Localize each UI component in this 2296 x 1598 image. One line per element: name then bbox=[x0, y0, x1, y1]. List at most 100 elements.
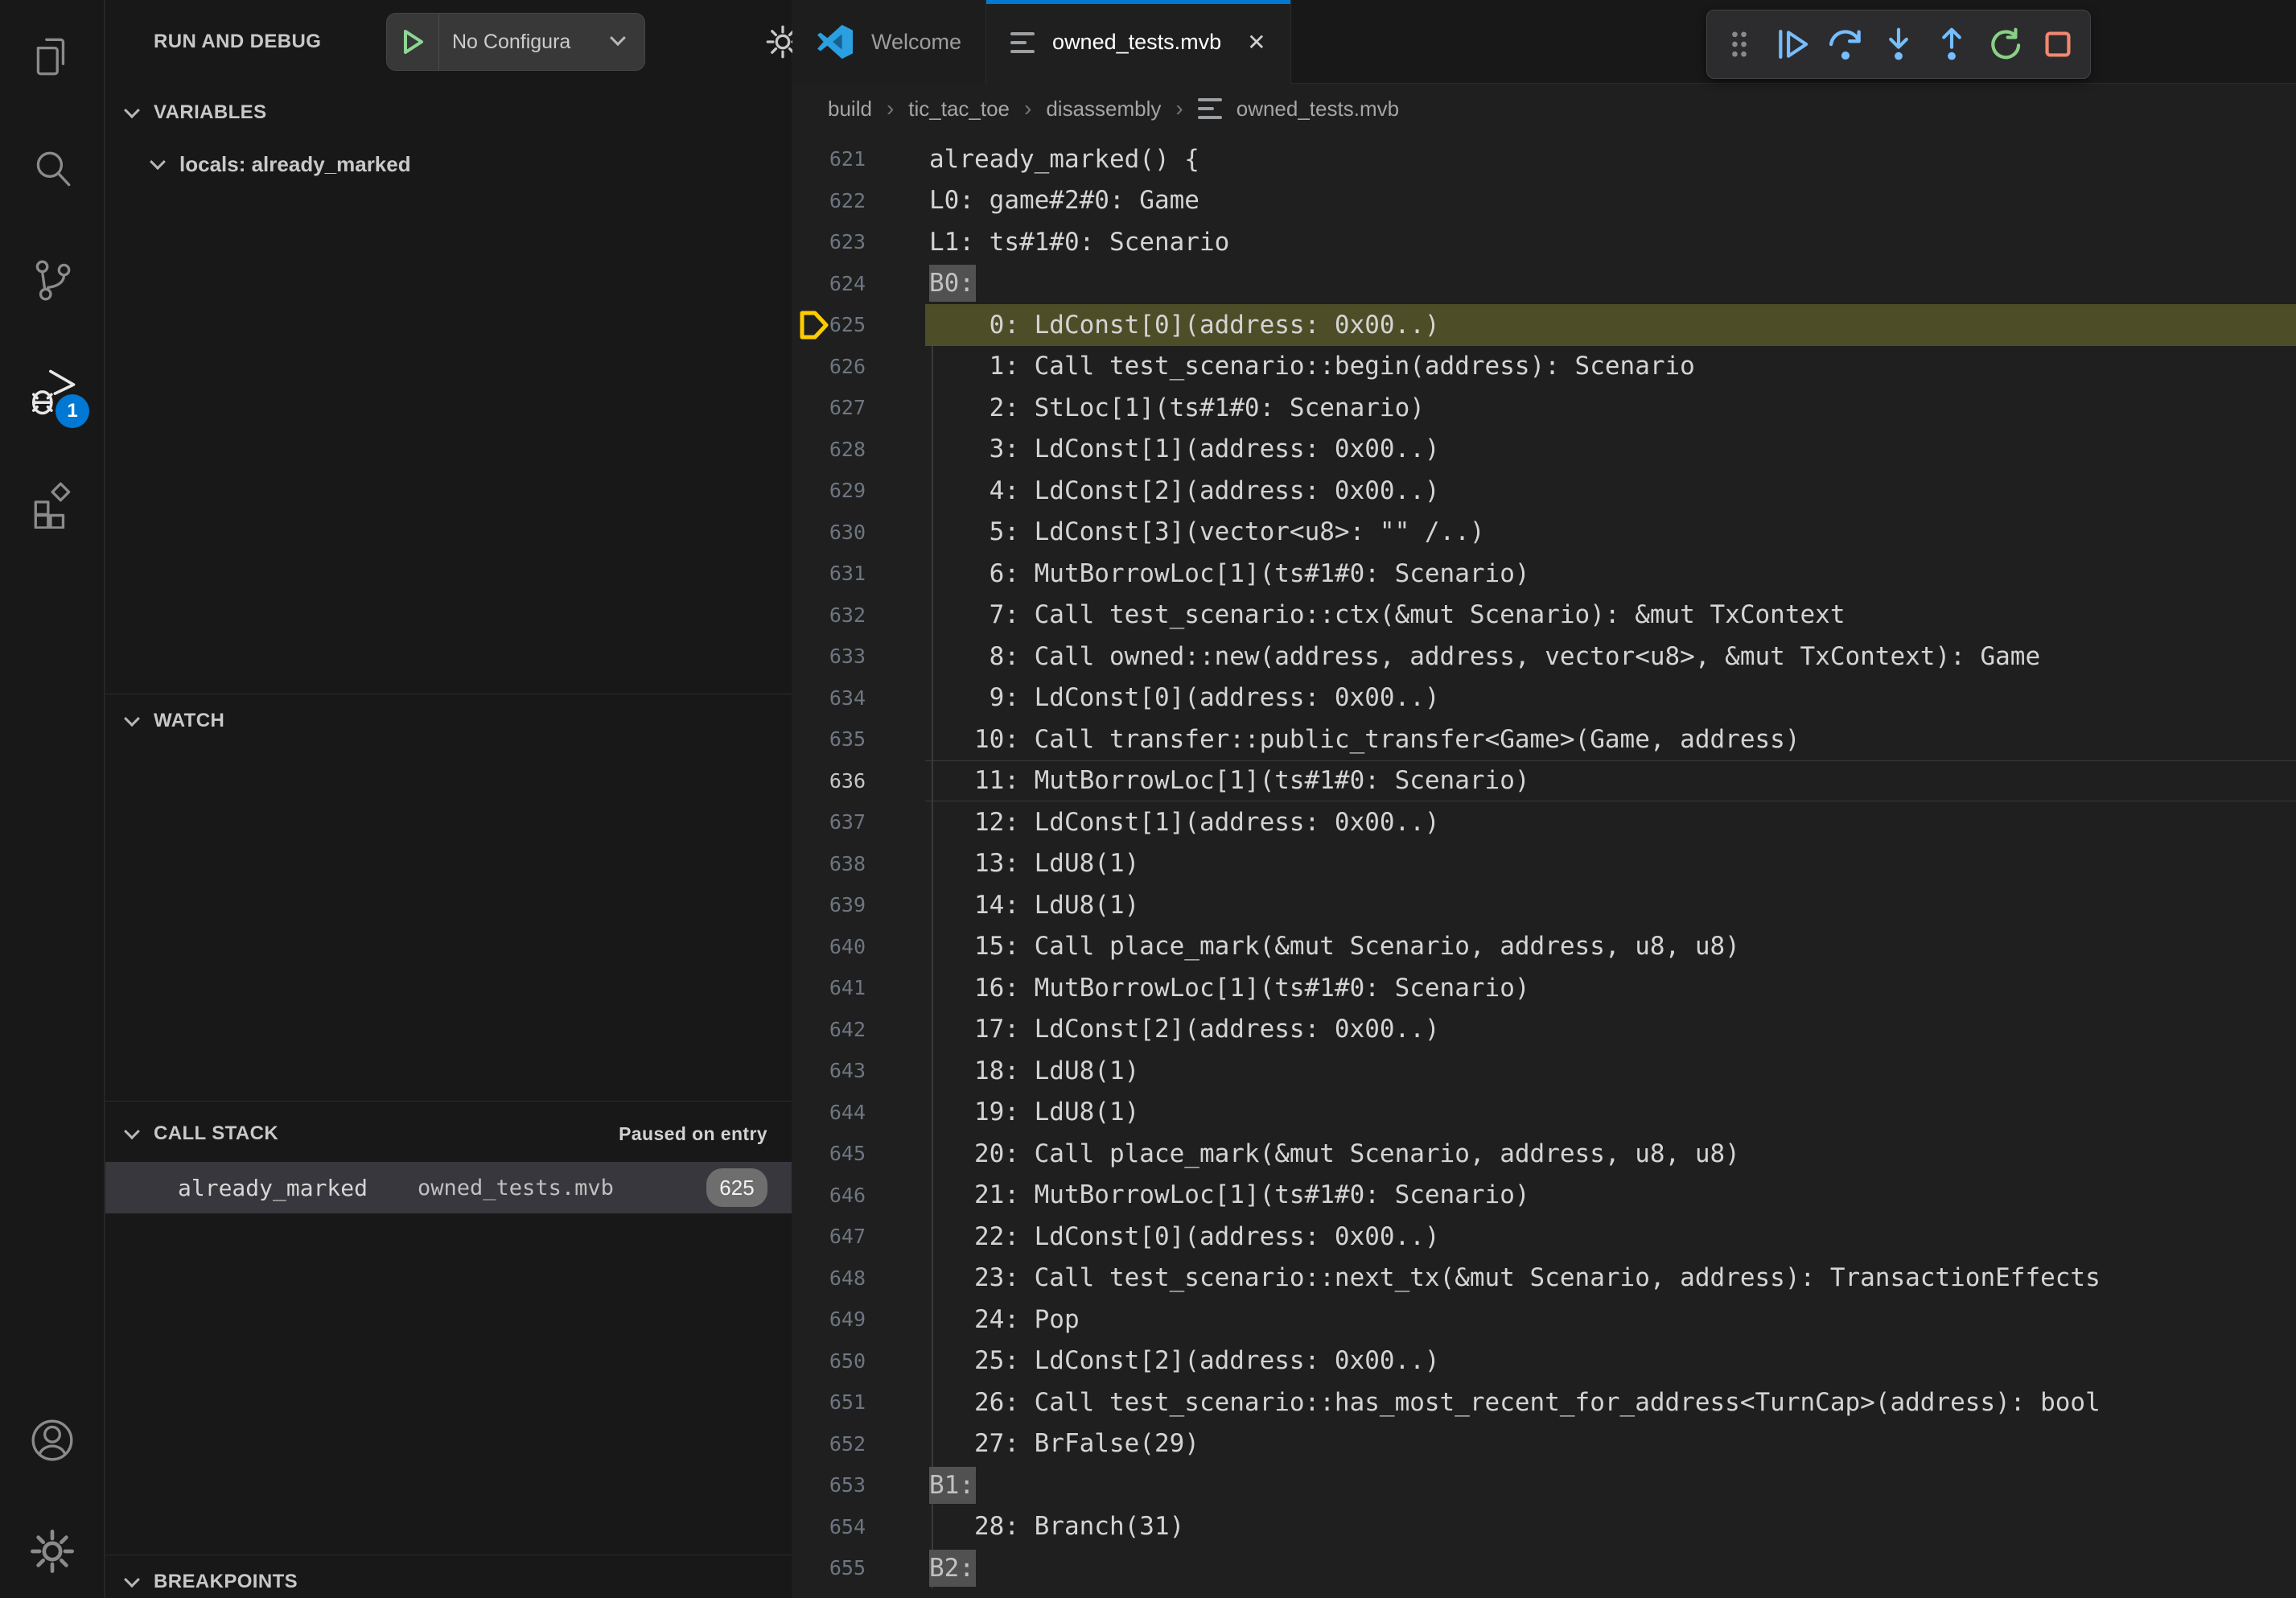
line-body[interactable]: 6: MutBorrowLoc[1](ts#1#0: Scenario) bbox=[925, 553, 2296, 595]
code-line[interactable]: 651 26: Call test_scenario::has_most_rec… bbox=[792, 1382, 2296, 1423]
line-body[interactable]: 8: Call owned::new(address, address, vec… bbox=[925, 636, 2296, 678]
line-gutter[interactable]: 628 bbox=[792, 429, 925, 471]
line-gutter[interactable]: 632 bbox=[792, 595, 925, 636]
line-gutter[interactable]: 629 bbox=[792, 470, 925, 512]
start-debug-icon[interactable] bbox=[387, 14, 438, 70]
locals-scope-row[interactable]: locals: already_marked bbox=[105, 138, 792, 190]
line-gutter[interactable]: 622 bbox=[792, 180, 925, 222]
breakpoints-section-header[interactable]: BREAKPOINTS bbox=[105, 1556, 792, 1598]
line-gutter[interactable]: 630 bbox=[792, 512, 925, 554]
code-line[interactable]: 650 25: LdConst[2](address: 0x00..) bbox=[792, 1341, 2296, 1382]
line-body[interactable]: 15: Call place_mark(&mut Scenario, addre… bbox=[925, 926, 2296, 968]
code-line[interactable]: 647 22: LdConst[0](address: 0x00..) bbox=[792, 1216, 2296, 1258]
code-line[interactable]: 630 5: LdConst[3](vector<u8>: "" /..) bbox=[792, 512, 2296, 554]
close-icon[interactable]: ✕ bbox=[1247, 29, 1265, 56]
code-line[interactable]: 632 7: Call test_scenario::ctx(&mut Scen… bbox=[792, 595, 2296, 636]
line-body[interactable]: 4: LdConst[2](address: 0x00..) bbox=[925, 470, 2296, 512]
line-body[interactable]: 13: LdU8(1) bbox=[925, 843, 2296, 885]
line-body[interactable]: 7: Call test_scenario::ctx(&mut Scenario… bbox=[925, 595, 2296, 636]
code-line[interactable]: 643 18: LdU8(1) bbox=[792, 1050, 2296, 1092]
code-line[interactable]: 652 27: BrFalse(29) bbox=[792, 1423, 2296, 1465]
line-gutter[interactable]: 650 bbox=[792, 1341, 925, 1382]
breadcrumb-item[interactable]: build bbox=[828, 97, 872, 121]
line-body[interactable]: 5: LdConst[3](vector<u8>: "" /..) bbox=[925, 512, 2296, 554]
line-gutter[interactable]: 655 bbox=[792, 1547, 925, 1589]
line-body[interactable]: 22: LdConst[0](address: 0x00..) bbox=[925, 1216, 2296, 1258]
line-body[interactable]: 28: Branch(31) bbox=[925, 1506, 2296, 1548]
step-out-button[interactable] bbox=[1931, 23, 1973, 65]
drag-grip-icon[interactable] bbox=[1718, 23, 1760, 65]
explorer-icon[interactable] bbox=[0, 8, 104, 105]
code-editor[interactable]: 621 already_marked() { 622 L0: game#2#0:… bbox=[792, 134, 2296, 1598]
line-body[interactable]: B1: bbox=[925, 1464, 2296, 1506]
line-gutter[interactable]: 647 bbox=[792, 1216, 925, 1258]
line-gutter[interactable]: 653 bbox=[792, 1464, 925, 1506]
line-gutter[interactable]: 642 bbox=[792, 1009, 925, 1051]
run-and-debug-icon[interactable]: 1 bbox=[0, 344, 104, 441]
line-body[interactable]: L1: ts#1#0: Scenario bbox=[925, 221, 2296, 263]
line-gutter[interactable]: 636 bbox=[792, 760, 925, 802]
line-body[interactable]: 26: Call test_scenario::has_most_recent_… bbox=[925, 1382, 2296, 1423]
line-gutter[interactable]: 654 bbox=[792, 1506, 925, 1548]
step-over-button[interactable] bbox=[1825, 23, 1866, 65]
code-line[interactable]: 653 B1: bbox=[792, 1464, 2296, 1506]
code-line[interactable]: 637 12: LdConst[1](address: 0x00..) bbox=[792, 801, 2296, 843]
code-line[interactable]: 645 20: Call place_mark(&mut Scenario, a… bbox=[792, 1133, 2296, 1175]
account-icon[interactable] bbox=[0, 1392, 104, 1489]
line-gutter[interactable]: 646 bbox=[792, 1175, 925, 1217]
code-line[interactable]: 626 1: Call test_scenario::begin(address… bbox=[792, 346, 2296, 388]
line-gutter[interactable]: 631 bbox=[792, 553, 925, 595]
line-body[interactable]: 3: LdConst[1](address: 0x00..) bbox=[925, 429, 2296, 471]
line-body[interactable]: 20: Call place_mark(&mut Scenario, addre… bbox=[925, 1133, 2296, 1175]
line-body[interactable]: 9: LdConst[0](address: 0x00..) bbox=[925, 678, 2296, 719]
line-gutter[interactable]: 635 bbox=[792, 719, 925, 760]
line-gutter[interactable]: 627 bbox=[792, 387, 925, 429]
code-line[interactable]: 633 8: Call owned::new(address, address,… bbox=[792, 636, 2296, 678]
code-line[interactable]: 640 15: Call place_mark(&mut Scenario, a… bbox=[792, 926, 2296, 968]
line-body[interactable]: 18: LdU8(1) bbox=[925, 1050, 2296, 1092]
line-gutter[interactable]: 625 bbox=[792, 304, 925, 346]
line-gutter[interactable]: 652 bbox=[792, 1423, 925, 1465]
line-body[interactable]: B0: bbox=[925, 263, 2296, 305]
line-body[interactable]: 2: StLoc[1](ts#1#0: Scenario) bbox=[925, 387, 2296, 429]
line-body[interactable]: 0: LdConst[0](address: 0x00..) bbox=[925, 304, 2296, 346]
call-stack-section-header[interactable]: CALL STACK Paused on entry bbox=[105, 1108, 792, 1159]
line-gutter[interactable]: 638 bbox=[792, 843, 925, 885]
line-body[interactable]: 27: BrFalse(29) bbox=[925, 1423, 2296, 1465]
restart-button[interactable] bbox=[1984, 23, 2026, 65]
line-body[interactable]: 10: Call transfer::public_transfer<Game>… bbox=[925, 719, 2296, 760]
search-icon[interactable] bbox=[0, 121, 104, 217]
line-body[interactable]: 16: MutBorrowLoc[1](ts#1#0: Scenario) bbox=[925, 967, 2296, 1009]
line-gutter[interactable]: 643 bbox=[792, 1050, 925, 1092]
line-gutter[interactable]: 623 bbox=[792, 221, 925, 263]
breadcrumb-item[interactable]: disassembly bbox=[1046, 97, 1161, 121]
line-gutter[interactable]: 626 bbox=[792, 346, 925, 388]
line-body[interactable]: 23: Call test_scenario::next_tx(&mut Sce… bbox=[925, 1258, 2296, 1299]
line-gutter[interactable]: 637 bbox=[792, 801, 925, 843]
line-gutter[interactable]: 634 bbox=[792, 678, 925, 719]
code-line[interactable]: 639 14: LdU8(1) bbox=[792, 884, 2296, 926]
code-line[interactable]: 642 17: LdConst[2](address: 0x00..) bbox=[792, 1009, 2296, 1051]
code-line[interactable]: 624 B0: bbox=[792, 263, 2296, 305]
code-line[interactable]: 638 13: LdU8(1) bbox=[792, 843, 2296, 885]
line-body[interactable]: 11: MutBorrowLoc[1](ts#1#0: Scenario) bbox=[925, 760, 2296, 802]
line-gutter[interactable]: 649 bbox=[792, 1299, 925, 1341]
code-line[interactable]: 631 6: MutBorrowLoc[1](ts#1#0: Scenario) bbox=[792, 553, 2296, 595]
code-line[interactable]: 646 21: MutBorrowLoc[1](ts#1#0: Scenario… bbox=[792, 1175, 2296, 1217]
extensions-icon[interactable] bbox=[0, 457, 104, 554]
line-gutter[interactable]: 645 bbox=[792, 1133, 925, 1175]
code-line[interactable]: 635 10: Call transfer::public_transfer<G… bbox=[792, 719, 2296, 760]
line-gutter[interactable]: 640 bbox=[792, 926, 925, 968]
debug-config-picker[interactable]: No Configura bbox=[386, 13, 645, 71]
line-body[interactable]: 12: LdConst[1](address: 0x00..) bbox=[925, 801, 2296, 843]
line-body[interactable]: 24: Pop bbox=[925, 1299, 2296, 1341]
settings-gear-icon[interactable] bbox=[0, 1503, 104, 1598]
code-line[interactable]: 622 L0: game#2#0: Game bbox=[792, 180, 2296, 222]
code-line[interactable]: 644 19: LdU8(1) bbox=[792, 1092, 2296, 1134]
source-control-icon[interactable] bbox=[0, 232, 104, 328]
line-body[interactable]: 17: LdConst[2](address: 0x00..) bbox=[925, 1009, 2296, 1051]
code-line[interactable]: 623 L1: ts#1#0: Scenario bbox=[792, 221, 2296, 263]
line-gutter[interactable]: 648 bbox=[792, 1258, 925, 1299]
call-stack-frame-row[interactable]: already_marked owned_tests.mvb 625 bbox=[105, 1162, 792, 1213]
watch-section-header[interactable]: WATCH bbox=[105, 695, 792, 747]
